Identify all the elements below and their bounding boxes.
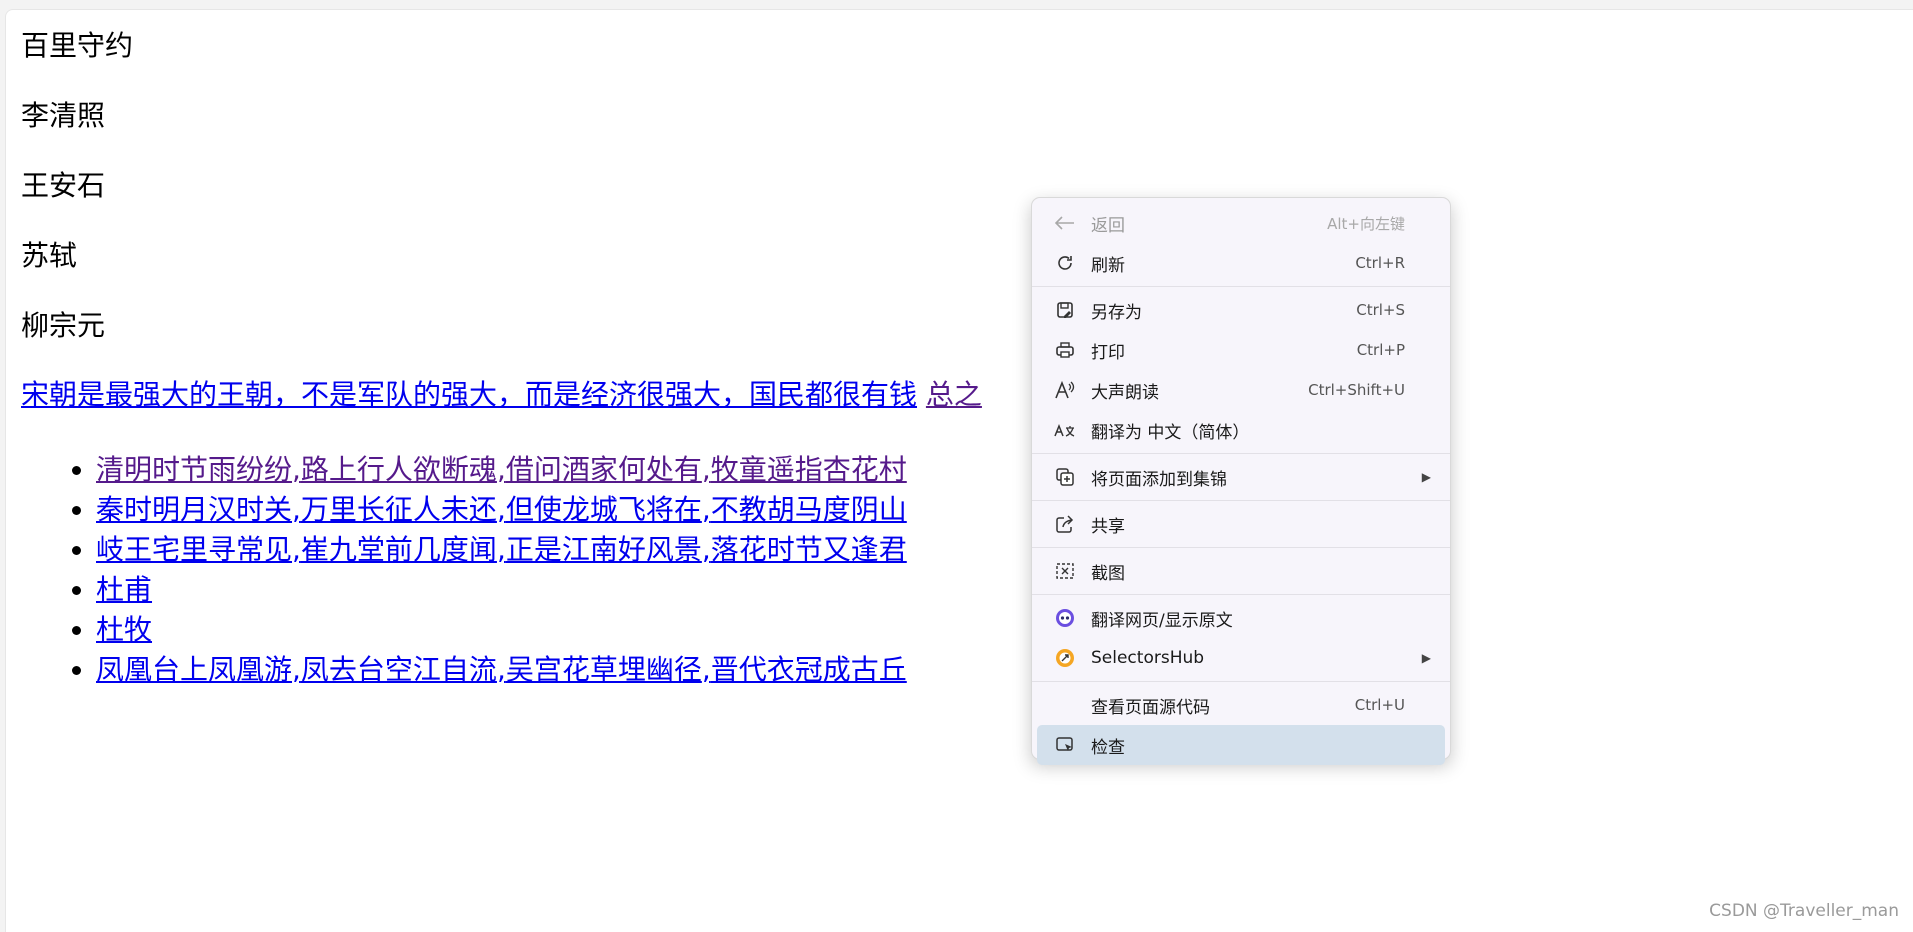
list-item: 秦时明月汉时关,万里长征人未还,但使龙城飞将在,不教胡马度阴山 [96,490,907,530]
list-item: 清明时节雨纷纷,路上行人欲断魂,借问酒家何处有,牧童遥指杏花村 [96,450,907,490]
refresh-icon [1049,253,1081,273]
poem-link[interactable]: 晋代衣冠成古丘 [711,653,907,686]
menu-item-share[interactable]: 共享 [1037,504,1445,544]
menu-item-refresh[interactable]: 刷新 Ctrl+R [1037,243,1445,283]
menu-item-read-aloud[interactable]: 大声朗读 Ctrl+Shift+U [1037,370,1445,410]
poem-link[interactable]: 吴宫花草埋幽径 [506,653,702,686]
dumu-link[interactable]: 杜牧 [96,613,152,646]
poem-comma[interactable]: , [497,533,506,566]
poem-link[interactable]: 借问酒家何处有 [506,453,702,486]
poem-link[interactable]: 不教胡马度阴山 [711,493,907,526]
menu-separator [1032,286,1450,287]
printer-icon [1049,340,1081,360]
heading-baili: 百里守约 [21,29,134,62]
selectorshub-icon [1049,647,1081,669]
heading-sushi: 苏轼 [21,239,78,272]
poem-link[interactable]: 路上行人欲断魂 [301,453,497,486]
poem-comma[interactable]: , [292,453,301,486]
menu-item-shortcut: Ctrl+R [1355,254,1405,272]
context-menu: 返回 Alt+向左键 刷新 Ctrl+R 另存为 Ctrl+S 打印 Ctrl+… [1031,197,1451,765]
list-item: 杜牧 [96,610,907,650]
translate-icon [1049,420,1081,440]
translate-extension-icon [1049,607,1081,629]
menu-item-inspect[interactable]: 检查 [1037,725,1445,765]
heading-liuzongyuan: 柳宗元 [21,309,106,342]
poem-comma[interactable]: , [702,653,711,686]
submenu-arrow-icon: ▶ [1421,651,1431,665]
poem-link[interactable]: 凤去台空江自流 [301,653,497,686]
summary-link[interactable]: 总之 [926,378,982,411]
menu-separator [1032,453,1450,454]
submenu-arrow-icon: ▶ [1421,470,1431,484]
poem-comma[interactable]: , [497,493,506,526]
menu-item-label: SelectorsHub [1091,648,1205,668]
poem-comma[interactable]: , [702,493,711,526]
poem-link[interactable]: 万里长征人未还 [301,493,497,526]
poem-comma[interactable]: , [702,453,711,486]
menu-item-shortcut: Ctrl+P [1356,341,1405,359]
poem-link[interactable]: 清明时节雨纷纷 [96,453,292,486]
save-icon [1049,300,1081,320]
menu-item-label: 翻译为 中文（简体） [1091,422,1250,443]
poem-link[interactable]: 崔九堂前几度闻 [301,533,497,566]
menu-item-label: 截图 [1091,563,1125,584]
poem-link[interactable]: 岐王宅里寻常见 [96,533,292,566]
poem-comma[interactable]: , [292,493,301,526]
poem-link[interactable]: 秦时明月汉时关 [96,493,292,526]
menu-item-shortcut: Ctrl+U [1354,696,1405,714]
menu-separator [1032,500,1450,501]
poem-link[interactable]: 牧童遥指杏花村 [711,453,907,486]
poem-comma[interactable]: , [702,533,711,566]
list-item: 杜甫 [96,570,907,610]
menu-item-label: 共享 [1091,516,1125,537]
menu-item-translate[interactable]: 翻译为 中文（简体） [1037,410,1445,450]
menu-item-label: 翻译网页/显示原文 [1091,610,1233,631]
page-content: 百里守约 李清照 王安石 苏轼 柳宗元 宋朝是最强大的王朝，不是军队的强大，而是… [5,9,1913,932]
read-aloud-icon [1049,380,1081,400]
watermark: CSDN @Traveller_man [1709,901,1899,921]
poem-comma[interactable]: , [292,653,301,686]
collection-icon [1049,467,1081,487]
menu-item-view-source[interactable]: 查看页面源代码 Ctrl+U [1037,685,1445,725]
menu-item-screenshot[interactable]: 截图 [1037,551,1445,591]
share-icon [1049,514,1081,534]
menu-item-back[interactable]: 返回 Alt+向左键 [1037,203,1445,243]
inspect-icon [1049,735,1081,755]
back-arrow-icon [1049,216,1081,230]
poem-link[interactable]: 正是江南好风景 [506,533,702,566]
poem-link[interactable]: 凤凰台上凤凰游 [96,653,292,686]
menu-separator [1032,547,1450,548]
dufu-link[interactable]: 杜甫 [96,573,152,606]
menu-item-save-as[interactable]: 另存为 Ctrl+S [1037,290,1445,330]
menu-separator [1032,594,1450,595]
poem-link[interactable]: 但使龙城飞将在 [506,493,702,526]
menu-separator [1032,681,1450,682]
menu-item-print[interactable]: 打印 Ctrl+P [1037,330,1445,370]
song-dynasty-line: 宋朝是最强大的王朝，不是军队的强大，而是经济很强大，国民都很有钱 总之 [21,377,982,413]
menu-item-selectorshub[interactable]: SelectorsHub ▶ [1037,638,1445,678]
menu-item-shortcut: Ctrl+Shift+U [1308,381,1405,399]
screenshot-icon [1049,561,1081,581]
poem-comma[interactable]: , [497,453,506,486]
list-item: 岐王宅里寻常见,崔九堂前几度闻,正是江南好风景,落花时节又逢君 [96,530,907,570]
menu-item-shortcut: Alt+向左键 [1327,214,1405,233]
song-dynasty-link[interactable]: 宋朝是最强大的王朝，不是军队的强大，而是经济很强大，国民都很有钱 [21,378,917,411]
heading-liqingzhao: 李清照 [21,99,106,132]
menu-item-label: 检查 [1091,737,1125,758]
menu-item-add-to-collection[interactable]: 将页面添加到集锦 ▶ [1037,457,1445,497]
poem-comma[interactable]: , [292,533,301,566]
heading-wanganshi: 王安石 [21,169,106,202]
poem-comma[interactable]: , [497,653,506,686]
list-item: 凤凰台上凤凰游,凤去台空江自流,吴宫花草埋幽径,晋代衣冠成古丘 [96,650,907,690]
menu-item-translate-page[interactable]: 翻译网页/显示原文 [1037,598,1445,638]
poem-link[interactable]: 落花时节又逢君 [711,533,907,566]
menu-item-label: 将页面添加到集锦 [1091,469,1227,490]
poem-list: 清明时节雨纷纷,路上行人欲断魂,借问酒家何处有,牧童遥指杏花村 秦时明月汉时关,… [6,450,907,690]
menu-item-shortcut: Ctrl+S [1356,301,1405,319]
